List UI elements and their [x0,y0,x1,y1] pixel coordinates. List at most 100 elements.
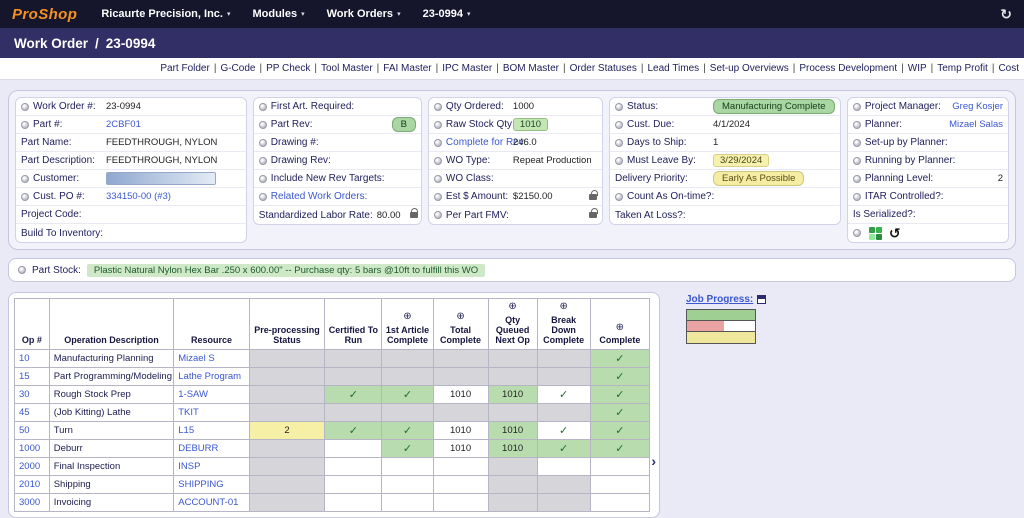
status-cell[interactable]: ✓ [324,384,383,404]
status-cell[interactable] [432,348,489,368]
status-cell[interactable] [248,492,326,512]
op-number-link[interactable]: 45 [14,402,50,422]
quicklink-ipc-master[interactable]: IPC Master [439,63,495,74]
resource-link[interactable]: Mizael S [173,348,250,368]
record-dot-icon[interactable] [615,156,624,165]
refresh-icon[interactable]: ↻ [1000,6,1012,23]
status-cell[interactable]: ✓ [381,384,434,404]
op-number-link[interactable]: 3000 [14,492,50,512]
record-dot-icon[interactable] [433,192,442,201]
field-value[interactable]: Greg Kosjer [952,101,1003,112]
record-dot-icon[interactable] [21,102,29,111]
quicklink-process-development[interactable]: Process Development [796,63,900,74]
quicklink-temp-profit[interactable]: Temp Profit [934,63,991,74]
resource-link[interactable]: 1-SAW [173,384,250,404]
status-cell[interactable]: 1010 [487,384,538,404]
record-dot-icon[interactable] [258,174,267,183]
status-cell[interactable] [324,348,383,368]
record-dot-icon[interactable] [258,120,267,129]
quicklink-bom-master[interactable]: BOM Master [500,63,562,74]
status-cell[interactable] [589,492,651,512]
status-cell[interactable] [324,492,383,512]
status-cell[interactable] [381,456,434,476]
record-dot-icon[interactable] [258,102,267,111]
status-cell[interactable] [381,402,434,422]
resource-link[interactable]: Lathe Program [173,366,250,386]
quicklink-part-folder[interactable]: Part Folder [157,63,212,74]
quicklink-g-code[interactable]: G-Code [217,63,258,74]
status-cell[interactable]: 1010 [487,438,538,458]
status-cell[interactable] [487,366,538,386]
status-cell[interactable]: ✓ [536,420,591,440]
status-cell[interactable] [324,474,383,494]
quicklink-tool-master[interactable]: Tool Master [318,63,376,74]
status-cell[interactable]: ✓ [589,402,651,422]
quicklink-cost[interactable]: Cost [995,63,1022,74]
status-cell[interactable]: 1010 [432,420,489,440]
status-cell[interactable]: ✓ [589,438,651,458]
op-number-link[interactable]: 30 [14,384,50,404]
status-cell[interactable] [248,438,326,458]
status-cell[interactable] [487,492,538,512]
status-cell[interactable] [536,456,591,476]
record-dot-icon[interactable] [615,192,624,201]
status-cell[interactable] [536,492,591,512]
record-dot-icon[interactable] [258,192,267,201]
status-cell[interactable] [536,402,591,422]
resource-link[interactable]: L15 [173,420,250,440]
status-cell[interactable]: 1010 [432,384,489,404]
status-cell[interactable] [248,348,326,368]
record-dot-icon[interactable] [433,174,442,183]
quicklink-pp-check[interactable]: PP Check [263,63,313,74]
status-cell[interactable] [487,474,538,494]
resource-link[interactable]: SHIPPING [173,474,250,494]
status-cell[interactable]: ✓ [589,348,651,368]
status-cell[interactable]: 1010 [487,420,538,440]
customer-field[interactable] [106,172,216,185]
record-dot-icon[interactable] [852,192,861,201]
record-dot-icon[interactable] [615,120,624,129]
record-dot-icon[interactable] [18,266,26,274]
topbar-menu-23-0994[interactable]: 23-0994 ▾ [423,8,471,20]
status-cell[interactable] [248,384,326,404]
status-cell[interactable] [324,456,383,476]
op-number-link[interactable]: 10 [14,348,50,368]
status-cell[interactable]: 1010 [432,438,489,458]
status-cell[interactable] [248,366,326,386]
status-cell[interactable] [324,402,383,422]
popup-window-icon[interactable] [757,295,767,304]
resource-link[interactable]: ACCOUNT-01 [173,492,250,512]
status-cell[interactable] [381,348,434,368]
plus-icon[interactable]: ⊕ [490,301,536,313]
quicklink-fai-master[interactable]: FAI Master [380,63,434,74]
op-number-link[interactable]: 2000 [14,456,50,476]
record-dot-icon[interactable] [615,138,624,147]
status-cell[interactable] [487,456,538,476]
status-cell[interactable]: ✓ [589,366,651,386]
status-cell[interactable]: 2 [248,420,326,440]
record-dot-icon[interactable] [433,211,442,219]
op-number-link[interactable]: 2010 [14,474,50,494]
status-cell[interactable] [432,456,489,476]
record-dot-icon[interactable] [433,138,442,147]
plus-icon[interactable]: ⊕ [435,311,487,323]
status-cell[interactable] [487,348,538,368]
record-dot-icon[interactable] [852,156,861,165]
record-dot-icon[interactable] [433,102,442,111]
field-value[interactable]: Mizael Salas [949,119,1003,130]
plus-icon[interactable]: ⊕ [539,301,589,313]
topbar-menu-work-orders[interactable]: Work Orders ▾ [327,8,401,20]
part-stock-value[interactable]: Plastic Natural Nylon Hex Bar .250 x 600… [86,263,486,277]
part-status-grid-icon[interactable] [868,226,882,240]
status-cell[interactable]: ✓ [589,420,651,440]
plus-icon[interactable]: ⊕ [383,311,431,323]
status-cell[interactable]: ✓ [536,384,591,404]
topbar-menu-modules[interactable]: Modules ▾ [252,8,304,20]
status-cell[interactable] [248,402,326,422]
status-cell[interactable] [248,474,326,494]
status-cell[interactable] [536,474,591,494]
status-cell[interactable]: ✓ [381,420,434,440]
status-cell[interactable] [248,456,326,476]
op-number-link[interactable]: 1000 [14,438,50,458]
quicklink-order-statuses[interactable]: Order Statuses [567,63,640,74]
